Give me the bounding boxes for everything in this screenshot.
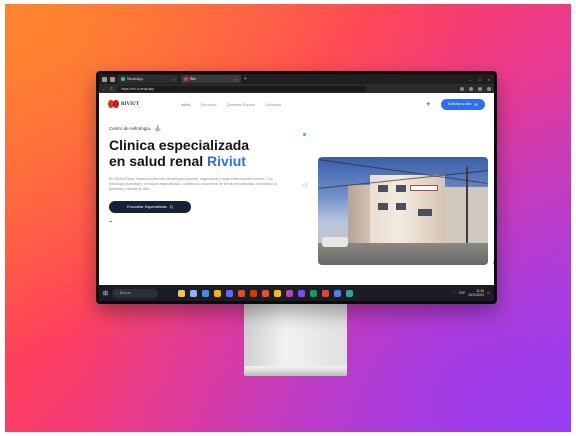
app-icon[interactable] bbox=[238, 289, 246, 297]
window-controls: – □ × bbox=[469, 77, 494, 82]
taskbar-apps bbox=[178, 289, 354, 297]
extensions-area bbox=[460, 86, 491, 91]
search-icon: ⌕ bbox=[116, 291, 118, 295]
close-window-button[interactable]: × bbox=[488, 77, 490, 82]
find-specialists-button[interactable]: Encontrar Especialistas Q bbox=[109, 201, 191, 213]
clinic-building-photo bbox=[318, 157, 488, 265]
windows-taskbar: ⊞ ⌕ Buscar ⌃ ESP 11:36 26/11/2024 ▭ bbox=[99, 285, 494, 301]
photo-window bbox=[418, 209, 432, 216]
hero-eyebrow: Centro de nefrología. ⛪ bbox=[109, 125, 299, 132]
kidney-logo-icon bbox=[108, 99, 120, 109]
building-icon: ⛪ bbox=[154, 126, 162, 132]
address-bar[interactable]: https://rivi.it.renal.app bbox=[116, 85, 367, 92]
language-indicator[interactable]: ESP bbox=[459, 291, 465, 295]
windows-start-icon[interactable]: ⊞ bbox=[103, 290, 108, 297]
task-view-icon[interactable] bbox=[190, 289, 198, 297]
photo-window bbox=[396, 203, 406, 210]
photo-window bbox=[378, 185, 388, 192]
app-icon[interactable] bbox=[226, 289, 234, 297]
browser-tabbar: WhatsApp × Rivi × + – □ × bbox=[99, 74, 494, 84]
minimize-button[interactable]: – bbox=[469, 77, 471, 82]
divider bbox=[109, 221, 112, 222]
widgets-icon[interactable] bbox=[178, 289, 186, 297]
app-icon[interactable] bbox=[274, 289, 282, 297]
maximize-button[interactable]: □ bbox=[478, 77, 480, 82]
clock[interactable]: 11:36 26/11/2024 bbox=[468, 289, 484, 297]
whatsapp-icon bbox=[121, 77, 125, 81]
menu-item-inicio[interactable]: Inicio bbox=[181, 102, 190, 107]
clock-date: 26/11/2024 bbox=[468, 293, 484, 297]
menu-item-servicios[interactable]: Servicios bbox=[200, 102, 216, 107]
menu-item-contacto[interactable]: Contacto bbox=[265, 102, 281, 107]
site-menu: Inicio Servicios Quienes Somos Contacto bbox=[181, 102, 281, 107]
hero-title: Clinica especializada en salud renal Riv… bbox=[109, 137, 299, 169]
back-button[interactable]: ← bbox=[102, 86, 106, 91]
decorative-dot bbox=[493, 261, 494, 264]
browser-toolbar: ← C https://rivi.it.renal.app bbox=[99, 84, 494, 93]
tab-label: Rivi bbox=[190, 77, 196, 81]
new-tab-button[interactable]: + bbox=[244, 76, 247, 82]
photo-window bbox=[396, 185, 406, 192]
tab-rivi[interactable]: Rivi × bbox=[181, 75, 241, 83]
extension-icon[interactable] bbox=[460, 86, 464, 91]
menu-item-quienes-somos[interactable]: Quienes Somos bbox=[227, 102, 255, 107]
hero-title-accent: Riviut bbox=[207, 153, 246, 169]
monitor-stand-base bbox=[244, 366, 347, 376]
app-icon[interactable] bbox=[334, 289, 342, 297]
phone-icon: ☏ bbox=[473, 102, 479, 107]
address-text: https://rivi.it.renal.app bbox=[120, 86, 155, 91]
decorative-triangle-icon: ◁ bbox=[302, 183, 307, 189]
search-placeholder: Buscar bbox=[120, 291, 131, 295]
photo-pole bbox=[466, 167, 468, 245]
theme-toggle-icon[interactable]: ☀ bbox=[426, 101, 431, 108]
hero-section: Centro de nefrología. ⛪ Clinica especial… bbox=[109, 125, 299, 222]
site-navbar: RIVIUT Inicio Servicios Quienes Somos Co… bbox=[99, 93, 494, 115]
logo-text: RIVIUT bbox=[121, 101, 140, 107]
file-explorer-icon[interactable] bbox=[214, 289, 222, 297]
hero-title-text: en salud renal bbox=[109, 153, 208, 169]
hero-title-line1: Clinica especializada bbox=[109, 137, 250, 153]
app-icon[interactable] bbox=[346, 289, 354, 297]
monitor: WhatsApp × Rivi × + – □ × ← C https://ri… bbox=[96, 71, 497, 304]
photo-window bbox=[378, 203, 388, 210]
tab-actions-icon[interactable] bbox=[110, 76, 115, 82]
decorative-dot bbox=[303, 133, 306, 136]
cta-label: Solicita tu cita bbox=[447, 102, 472, 106]
photo-clinic-sign bbox=[410, 185, 438, 191]
reload-button[interactable]: C bbox=[110, 86, 113, 91]
site-logo[interactable]: RIVIUT bbox=[108, 99, 139, 109]
eyebrow-text: Centro de nefrología. bbox=[109, 126, 152, 131]
hero-title-line2: en salud renal Riviut bbox=[109, 153, 299, 169]
book-appointment-button[interactable]: Solicita tu cita ☏ bbox=[441, 98, 485, 110]
button-label: Encontrar Especialistas bbox=[127, 205, 167, 209]
notifications-icon[interactable]: ▭ bbox=[487, 291, 490, 295]
search-icon: Q bbox=[169, 205, 173, 209]
rivi-favicon-icon bbox=[184, 77, 188, 81]
app-icon[interactable] bbox=[298, 289, 306, 297]
website: RIVIUT Inicio Servicios Quienes Somos Co… bbox=[99, 93, 494, 283]
app-icon[interactable] bbox=[310, 289, 318, 297]
hero-description: En Clínica Riviut, ofrecemos atención in… bbox=[109, 177, 277, 191]
office-icon[interactable] bbox=[250, 289, 258, 297]
extension-icon[interactable] bbox=[469, 86, 473, 91]
app-icon[interactable] bbox=[322, 289, 330, 297]
close-tab-icon[interactable]: × bbox=[173, 77, 175, 82]
tab-label: WhatsApp bbox=[127, 77, 144, 81]
browser-menu-icon[interactable] bbox=[102, 76, 107, 82]
taskbar-search[interactable]: ⌕ Buscar bbox=[112, 288, 159, 298]
tray-chevron-icon[interactable]: ⌃ bbox=[453, 291, 456, 295]
monitor-stand bbox=[244, 301, 347, 371]
photo-car bbox=[322, 237, 348, 247]
app-icon[interactable] bbox=[286, 289, 294, 297]
edge-icon[interactable] bbox=[202, 289, 210, 297]
system-tray: ⌃ ESP 11:36 26/11/2024 ▭ bbox=[453, 289, 490, 297]
app-icon[interactable] bbox=[262, 289, 270, 297]
tab-whatsapp[interactable]: WhatsApp × bbox=[118, 75, 178, 83]
close-tab-icon[interactable]: × bbox=[236, 77, 238, 82]
monitor-screen: WhatsApp × Rivi × + – □ × ← C https://ri… bbox=[99, 74, 494, 301]
gradient-background: WhatsApp × Rivi × + – □ × ← C https://ri… bbox=[5, 4, 571, 432]
profile-icon[interactable] bbox=[487, 86, 491, 91]
extension-icon[interactable] bbox=[478, 86, 482, 91]
